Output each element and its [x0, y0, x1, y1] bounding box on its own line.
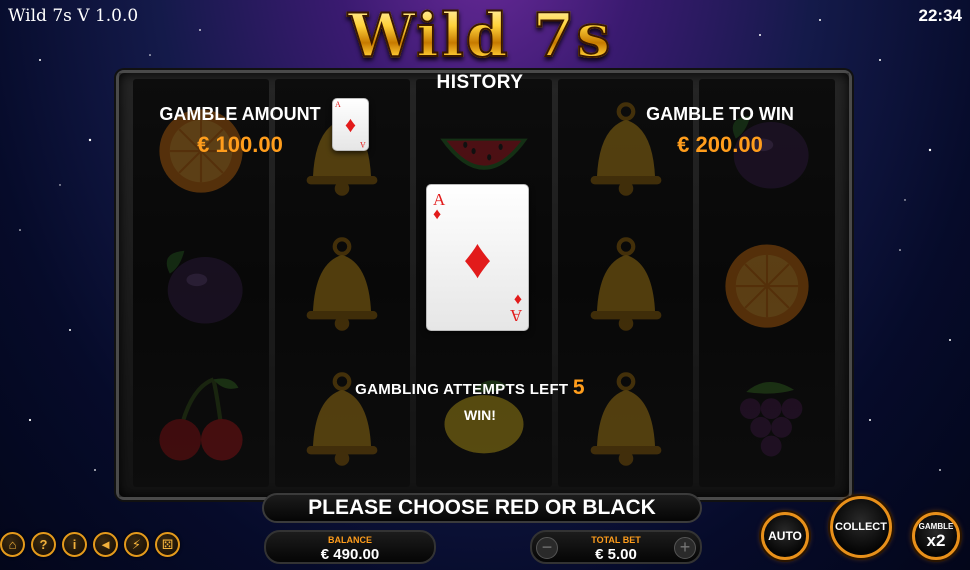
bet-increase-button[interactable]: + — [674, 537, 696, 559]
window-title: Wild 7s V 1.0.0 — [8, 6, 139, 26]
collect-label: COLLECT — [835, 521, 887, 533]
gamble-to-win-value: € 200.00 — [677, 132, 763, 157]
dice-icon[interactable]: ⚄ — [155, 532, 180, 557]
message-bar: PLEASE CHOOSE RED OR BLACK — [262, 493, 702, 523]
clock: 22:34 — [918, 6, 962, 25]
total-bet-panel: − TOTAL BET € 5.00 + — [530, 530, 702, 564]
attempts-label: GAMBLING ATTEMPTS LEFT — [355, 381, 569, 398]
gamble-amount-label: GAMBLE AMOUNT — [159, 104, 321, 124]
home-icon[interactable]: ⌂ — [0, 532, 25, 557]
gamble-amount-value: € 100.00 — [197, 132, 283, 157]
message-text: PLEASE CHOOSE RED OR BLACK — [308, 496, 656, 519]
help-icon[interactable]: ? — [31, 532, 56, 557]
gambling-attempts: GAMBLING ATTEMPTS LEFT 5 — [300, 376, 640, 400]
auto-label: AUTO — [768, 529, 802, 543]
auto-button[interactable]: AUTO — [761, 512, 809, 560]
history-card-rank: A — [335, 100, 341, 109]
gamble-label: GAMBLE — [918, 521, 954, 531]
balance-panel: BALANCE € 490.00 — [264, 530, 436, 564]
gamble-multiplier: x2 — [926, 530, 946, 550]
turbo-icon[interactable]: ⚡ — [124, 532, 149, 557]
card-suit-top-icon: ♦ — [433, 206, 442, 223]
collect-button[interactable]: COLLECT — [830, 496, 892, 558]
history-card: A ♦ A — [332, 98, 369, 151]
bet-decrease-button[interactable]: − — [536, 537, 558, 559]
sound-icon[interactable]: ◄ — [93, 532, 118, 557]
gamble-card[interactable]: A ♦ ♦ ♦ A — [426, 184, 529, 331]
gamble-button[interactable]: GAMBLE x2 — [912, 512, 960, 560]
game-logo: Wild 7s — [270, 0, 690, 72]
attempts-value: 5 — [572, 376, 585, 399]
card-rank-bottom: A — [509, 306, 522, 325]
balance-value: € 490.00 — [320, 546, 380, 563]
diamond-suit-icon: ♦ — [463, 226, 492, 289]
gamble-to-win-label: GAMBLE TO WIN — [646, 104, 794, 124]
utility-icons: ⌂ ? i ◄ ⚡ ⚄ — [0, 532, 180, 557]
gamble-result: WIN! — [464, 407, 496, 423]
balance-label: BALANCE — [328, 535, 372, 545]
history-label: HISTORY — [436, 72, 524, 93]
history-card-rank-bottom: A — [360, 140, 366, 149]
info-icon[interactable]: i — [62, 532, 87, 557]
diamond-suit-icon: ♦ — [344, 111, 357, 137]
